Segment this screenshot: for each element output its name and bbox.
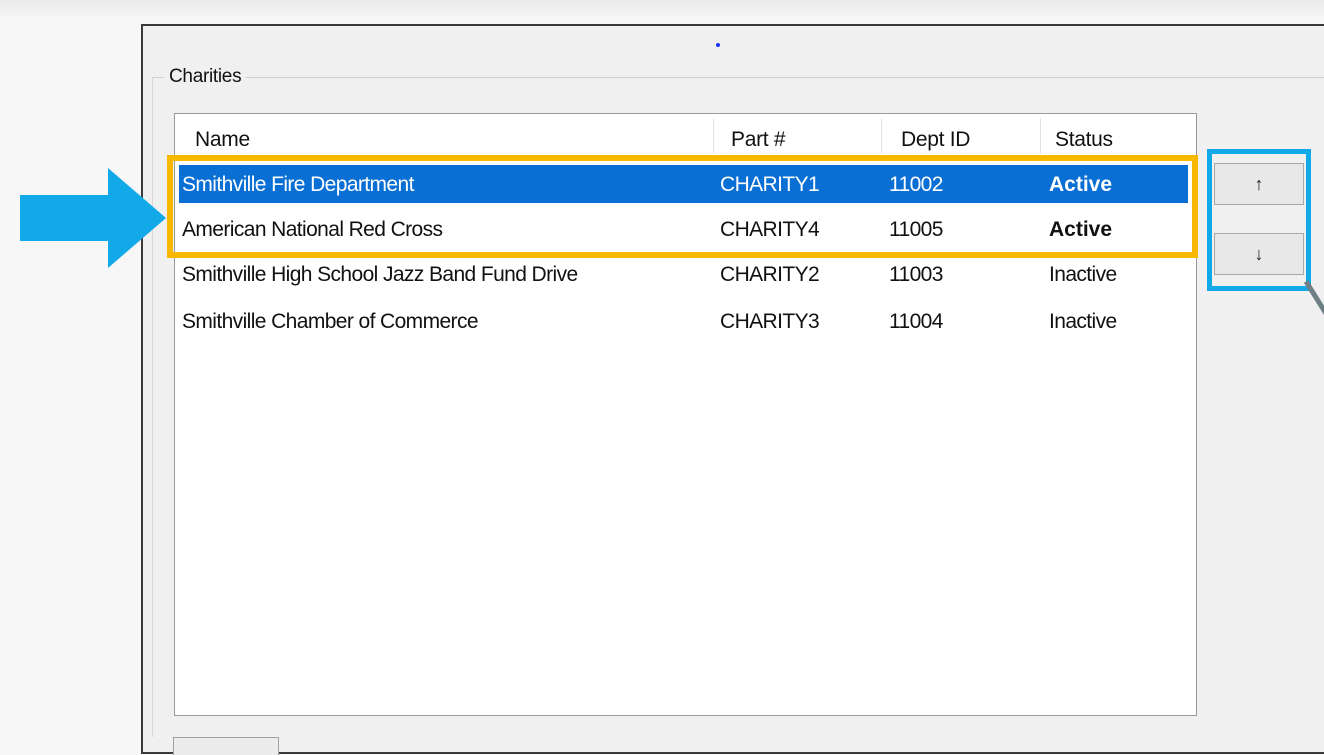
cell-dept-id: 11004 (889, 310, 943, 333)
table-row[interactable]: Smithville High School Jazz Band Fund Dr… (175, 252, 1196, 296)
cell-part: CHARITY2 (720, 263, 820, 286)
cell-status: Inactive (1049, 263, 1117, 286)
column-header-status[interactable]: Status (1055, 128, 1113, 152)
cell-dept-id: 11003 (889, 263, 943, 286)
column-header-name[interactable]: Name (195, 128, 250, 152)
groupbox-border (152, 77, 1324, 78)
right-arrow-icon-head (108, 168, 166, 268)
column-separator[interactable] (1040, 118, 1041, 154)
column-separator[interactable] (713, 118, 714, 154)
arrow-up-icon: ↑ (1254, 173, 1264, 194)
cell-part: CHARITY3 (720, 310, 820, 333)
charities-groupbox-label: Charities (164, 66, 247, 88)
cell-name: Smithville High School Jazz Band Fund Dr… (182, 263, 578, 286)
move-up-button[interactable]: ↑ (1214, 163, 1304, 205)
move-down-button[interactable]: ↓ (1214, 233, 1304, 275)
column-header-part[interactable]: Part # (731, 128, 786, 152)
cell-status: Inactive (1049, 310, 1117, 333)
column-header-dept-id[interactable]: Dept ID (901, 128, 970, 152)
indicator-dot (716, 43, 720, 47)
table-row[interactable]: Smithville Chamber of Commerce CHARITY3 … (175, 299, 1196, 343)
column-separator[interactable] (881, 118, 882, 154)
bottom-button-partial[interactable] (173, 737, 279, 755)
cell-name: Smithville Chamber of Commerce (182, 310, 479, 333)
highlight-box-active-rows (167, 155, 1198, 258)
right-arrow-icon (20, 195, 116, 241)
arrow-down-icon: ↓ (1254, 243, 1264, 264)
list-header: Name Part # Dept ID Status (175, 114, 1196, 158)
